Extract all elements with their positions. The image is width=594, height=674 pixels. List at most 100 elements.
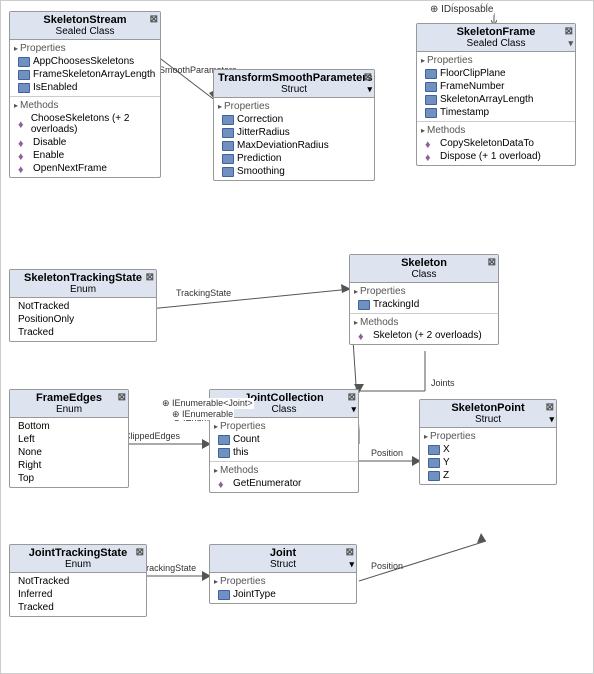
- field-icon: [18, 70, 30, 80]
- joint-collection-methods-section: Methods GetEnumerator: [210, 462, 358, 492]
- joint-expand-icon[interactable]: ⊠: [346, 547, 354, 558]
- joints-label: Joints: [431, 378, 455, 388]
- prop-this: this: [214, 446, 354, 459]
- field-icon: [218, 448, 230, 458]
- frame-edges-expand-icon[interactable]: ⊠: [118, 392, 126, 403]
- joint-tracking-state-values-section: NotTracked Inferred Tracked: [10, 573, 146, 616]
- field-icon: [425, 95, 437, 105]
- transform-smooth-filter-icon[interactable]: ▾: [367, 84, 372, 95]
- skeleton-frame-methods-title: Methods: [421, 124, 571, 137]
- skeleton-tracking-state-stereotype: Enum: [14, 284, 152, 295]
- method-openNextFrame: OpenNextFrame: [14, 162, 156, 175]
- skeleton-frame-stereotype: Sealed Class: [421, 38, 571, 49]
- frame-edges-title: FrameEdges: [36, 392, 102, 404]
- field-icon: [425, 108, 437, 118]
- skeleton-frame-title: SkeletonFrame: [457, 26, 536, 38]
- val-tracked2: Tracked: [14, 601, 142, 614]
- ienumerable-joint-label: ⊕ IEnumerable<Joint>: [161, 398, 254, 409]
- method-disable: Disable: [14, 136, 156, 149]
- field-icon: [18, 83, 30, 93]
- field-icon: [358, 300, 370, 310]
- transform-smooth-stereotype: Struct: [218, 84, 370, 95]
- prop-floorClipPlane: FloorClipPlane: [421, 67, 571, 80]
- prop-frameSkeletonArrayLength: FrameSkeletonArrayLength: [14, 68, 156, 81]
- prop-smoothing: Smoothing: [218, 165, 370, 178]
- val-notTracked: NotTracked: [14, 300, 152, 313]
- prop-isEnabled: IsEnabled: [14, 81, 156, 94]
- frame-edges-box: FrameEdges Enum ⊠ Bottom Left None Right…: [9, 389, 129, 488]
- skeleton-stream-stereotype: Sealed Class: [14, 26, 156, 37]
- method-icon: [18, 119, 28, 129]
- method-icon: [425, 139, 437, 149]
- joint-tracking-state-title: JointTrackingState: [29, 547, 127, 559]
- joint-collection-filter-icon[interactable]: ▾: [351, 404, 356, 415]
- transform-smooth-props-title: Properties: [218, 100, 370, 113]
- method-icon: [18, 151, 30, 161]
- field-icon: [222, 141, 234, 151]
- transform-smooth-props-section: Properties Correction JitterRadius MaxDe…: [214, 98, 374, 180]
- method-icon: [18, 138, 30, 148]
- skeleton-frame-header: SkeletonFrame Sealed Class ⊠ ▾: [417, 24, 575, 52]
- joint-props-title: Properties: [214, 575, 352, 588]
- prop-y: Y: [424, 456, 552, 469]
- skeleton-box: Skeleton Class ⊠ Properties TrackingId M…: [349, 254, 499, 345]
- prop-jitterRadius: JitterRadius: [218, 126, 370, 139]
- val-notTracked2: NotTracked: [14, 575, 142, 588]
- method-dispose: Dispose (+ 1 overload): [421, 150, 571, 163]
- joint-collection-props-section: Properties Count this: [210, 418, 358, 462]
- joint-header: Joint Struct ⊠ ▾: [210, 545, 356, 573]
- joint-stereotype: Struct: [214, 559, 352, 570]
- skeleton-point-stereotype: Struct: [424, 414, 552, 425]
- joint-collection-props-title: Properties: [214, 420, 354, 433]
- skeleton-props-title: Properties: [354, 285, 494, 298]
- frame-edges-stereotype: Enum: [14, 404, 124, 415]
- val-left: Left: [14, 433, 124, 446]
- field-icon: [18, 57, 30, 67]
- field-icon: [222, 128, 234, 138]
- skeleton-stream-props-title: Properties: [14, 42, 156, 55]
- prop-count: Count: [214, 433, 354, 446]
- prop-timestamp: Timestamp: [421, 106, 571, 119]
- val-top: Top: [14, 472, 124, 485]
- transform-smooth-expand-icon[interactable]: ⊠: [364, 72, 372, 83]
- idisposable-label: ⊕ IDisposable: [429, 4, 494, 15]
- transform-smooth-title: TransformSmoothParameters: [218, 72, 373, 84]
- skeleton-point-expand-icon[interactable]: ⊠: [546, 402, 554, 413]
- joint-collection-methods-title: Methods: [214, 464, 354, 477]
- skeleton-tracking-state-title: SkeletonTrackingState: [24, 272, 142, 284]
- method-icon: [358, 331, 370, 341]
- val-bottom: Bottom: [14, 420, 124, 433]
- skeleton-frame-props-section: Properties FloorClipPlane FrameNumber Sk…: [417, 52, 575, 122]
- prop-maxDeviationRadius: MaxDeviationRadius: [218, 139, 370, 152]
- joint-tracking-state-header: JointTrackingState Enum ⊠: [10, 545, 146, 573]
- skeleton-tracking-state-expand-icon[interactable]: ⊠: [146, 272, 154, 283]
- skeleton-stream-expand-icon[interactable]: ⊠: [150, 14, 158, 25]
- skeleton-expand-icon[interactable]: ⊠: [488, 257, 496, 268]
- joint-collection-expand-icon[interactable]: ⊠: [348, 392, 356, 403]
- skeleton-stream-props-section: Properties AppChoosesSkeletons FrameSkel…: [10, 40, 160, 97]
- skeleton-frame-expand-icon[interactable]: ⊠: [565, 26, 573, 37]
- field-icon: [222, 167, 234, 177]
- joint-filter-icon[interactable]: ▾: [349, 559, 354, 570]
- skeleton-point-filter-icon[interactable]: ▾: [549, 414, 554, 425]
- skeleton-frame-filter-icon[interactable]: ▾: [568, 38, 573, 49]
- joint-tracking-state-box: JointTrackingState Enum ⊠ NotTracked Inf…: [9, 544, 147, 617]
- prop-frameNumber: FrameNumber: [421, 80, 571, 93]
- skeleton-stream-methods-title: Methods: [14, 99, 156, 112]
- frame-edges-values-section: Bottom Left None Right Top: [10, 418, 128, 487]
- method-skeleton: Skeleton (+ 2 overloads): [354, 329, 494, 342]
- prop-skeletonArrayLength: SkeletonArrayLength: [421, 93, 571, 106]
- skeleton-title: Skeleton: [401, 257, 447, 269]
- method-chooseSkeletons: ChooseSkeletons (+ 2 overloads): [14, 112, 156, 136]
- prop-x: X: [424, 443, 552, 456]
- skeleton-stream-methods-section: Methods ChooseSkeletons (+ 2 overloads) …: [10, 97, 160, 177]
- skeleton-header: Skeleton Class ⊠: [350, 255, 498, 283]
- frame-edges-header: FrameEdges Enum ⊠: [10, 390, 128, 418]
- transform-smooth-header: TransformSmoothParameters Struct ⊠ ▾: [214, 70, 374, 98]
- val-none: None: [14, 446, 124, 459]
- joint-props-section: Properties JointType: [210, 573, 356, 603]
- skeleton-tracking-state-header: SkeletonTrackingState Enum ⊠: [10, 270, 156, 298]
- joint-tracking-state-expand-icon[interactable]: ⊠: [136, 547, 144, 558]
- skeleton-point-header: SkeletonPoint Struct ⊠ ▾: [420, 400, 556, 428]
- trackingstate2-label: TrackingState: [141, 563, 196, 573]
